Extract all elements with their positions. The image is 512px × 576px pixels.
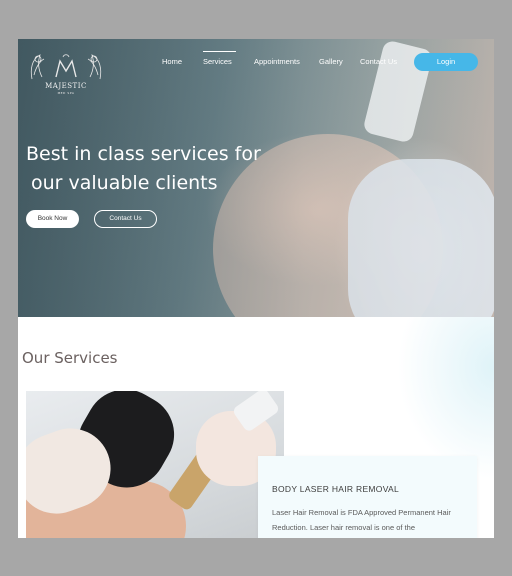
hero-title: Best in class services for our valuable … (26, 140, 296, 198)
webpage: MAJESTIC MED SPA Home Services Appointme… (18, 39, 494, 538)
hero-title-line-2: our valuable clients (31, 172, 218, 194)
service-image (26, 391, 284, 538)
nav-home[interactable]: Home (162, 57, 182, 66)
nav-appointments[interactable]: Appointments (254, 57, 300, 66)
brand-name: MAJESTIC (45, 82, 87, 90)
login-button[interactable]: Login (414, 53, 478, 71)
nav-services[interactable]: Services (203, 51, 236, 66)
book-now-button[interactable]: Book Now (26, 210, 79, 228)
nav-gallery[interactable]: Gallery (319, 57, 343, 66)
brand-tagline: MED SPA (57, 91, 75, 95)
service-card-title: BODY LASER HAIR REMOVAL (272, 484, 400, 494)
nav-contact-us[interactable]: Contact Us (360, 57, 397, 66)
contact-us-button[interactable]: Contact Us (94, 210, 157, 228)
service-card-text: Laser Hair Removal is FDA Approved Perma… (272, 508, 451, 532)
hero-title-line-1: Best in class services for (26, 143, 261, 165)
hero-section: MAJESTIC MED SPA Home Services Appointme… (18, 39, 494, 317)
service-card[interactable]: BODY LASER HAIR REMOVAL Laser Hair Remov… (258, 456, 477, 538)
services-heading: Our Services (22, 349, 118, 367)
